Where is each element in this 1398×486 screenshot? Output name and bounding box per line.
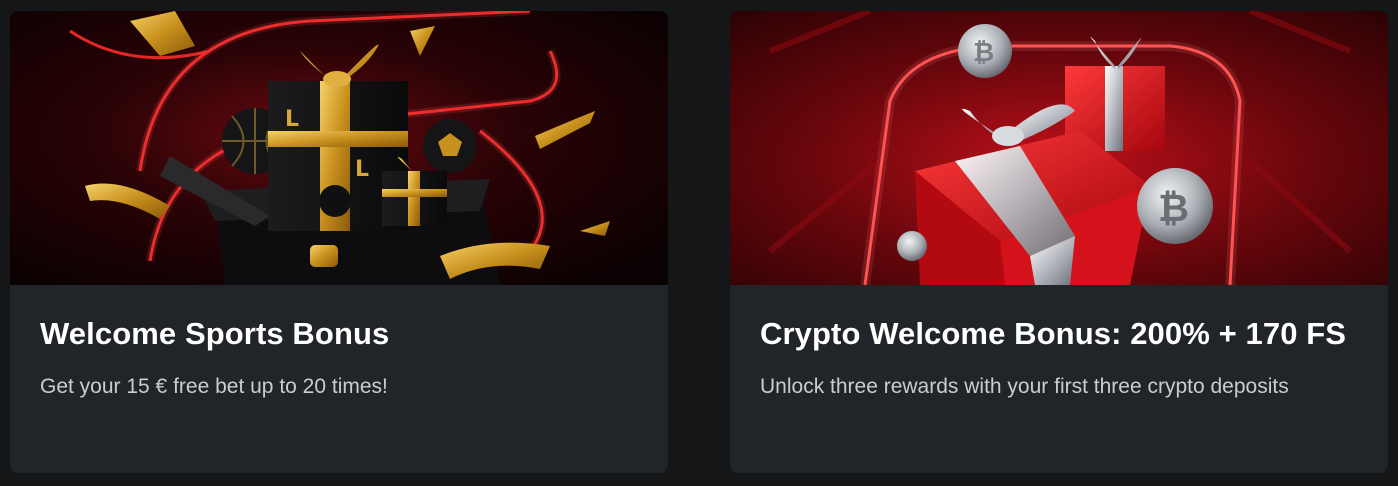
gift-box-sports-illustration-icon: L L: [10, 11, 668, 285]
promo-card-body: Welcome Sports Bonus Get your 15 € free …: [10, 285, 668, 405]
svg-text:₿: ₿: [973, 38, 994, 68]
crypto-bonus-image: ₿ ₿: [730, 11, 1388, 285]
gift-box-crypto-illustration-icon: ₿ ₿: [730, 11, 1388, 285]
promo-card-crypto-bonus[interactable]: ₿ ₿ Crypto Welcome Bonus: 200% + 170 FS …: [730, 11, 1388, 473]
promo-description: Get your 15 € free bet up to 20 times!: [40, 375, 388, 398]
promo-card-sports-bonus[interactable]: L L Welcome Sports Bonus Get your 15 € f…: [10, 11, 668, 473]
promo-title: Crypto Welcome Bonus: 200% + 170 FS: [760, 316, 1347, 351]
svg-text:L: L: [355, 157, 369, 182]
svg-text:L: L: [285, 107, 299, 132]
svg-text:₿: ₿: [1158, 186, 1189, 230]
promo-card-body: Crypto Welcome Bonus: 200% + 170 FS Unlo…: [730, 285, 1388, 405]
promo-title: Welcome Sports Bonus: [40, 316, 390, 351]
promo-description: Unlock three rewards with your first thr…: [760, 375, 1289, 398]
promotions-page: L L Welcome Sports Bonus Get your 15 € f…: [0, 0, 1398, 486]
sports-bonus-image: L L: [10, 11, 668, 285]
